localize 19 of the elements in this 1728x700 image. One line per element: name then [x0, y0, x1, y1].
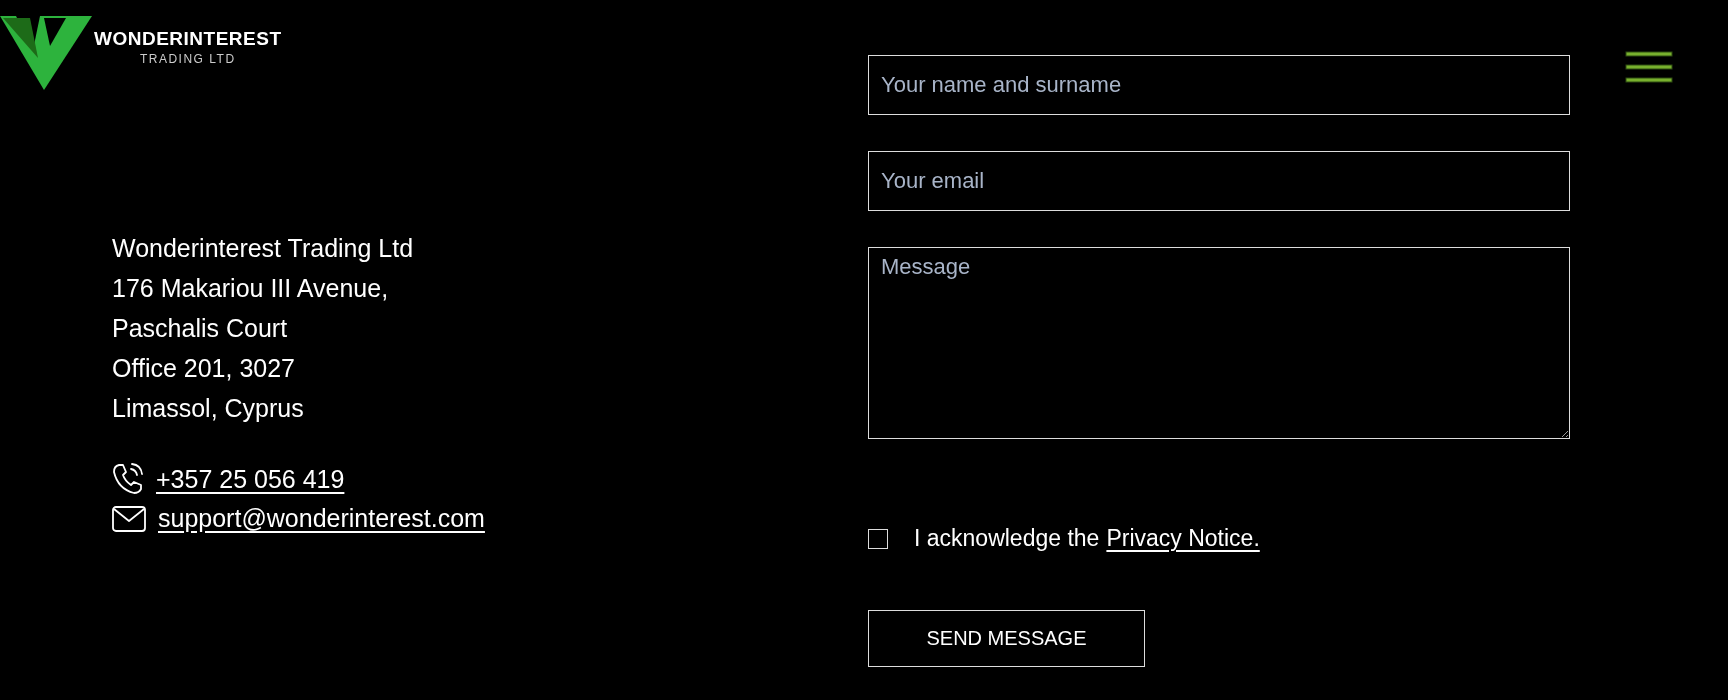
- address-line: Office 201, 3027: [112, 353, 295, 384]
- address-line: Limassol, Cyprus: [112, 393, 304, 424]
- consent-text: I acknowledge the: [914, 525, 1100, 552]
- address-line: Wonderinterest Trading Ltd: [112, 233, 414, 264]
- logo-subtitle: TRADING LTD: [139, 52, 236, 66]
- logo-name: WONDERINTEREST: [94, 28, 282, 50]
- menu-icon[interactable]: [1625, 51, 1673, 83]
- phone-icon: [112, 462, 144, 496]
- input-field[interactable]: Your name and surname: [868, 55, 1570, 115]
- phone-link[interactable]: +357 25 056 419: [156, 464, 345, 494]
- privacy-link[interactable]: Privacy Notice.: [1106, 525, 1260, 552]
- mail-icon: [112, 505, 146, 532]
- message-field[interactable]: Message: [868, 247, 1570, 439]
- input-field[interactable]: Your email: [868, 151, 1570, 211]
- address-line: Paschalis Court: [112, 313, 288, 344]
- email-link[interactable]: support@wonderinterest.com: [158, 504, 485, 533]
- checkbox[interactable]: [868, 528, 888, 549]
- address-line: 176 Makariou III Avenue,: [112, 273, 389, 304]
- send-button[interactable]: SEND MESSAGE: [868, 610, 1145, 667]
